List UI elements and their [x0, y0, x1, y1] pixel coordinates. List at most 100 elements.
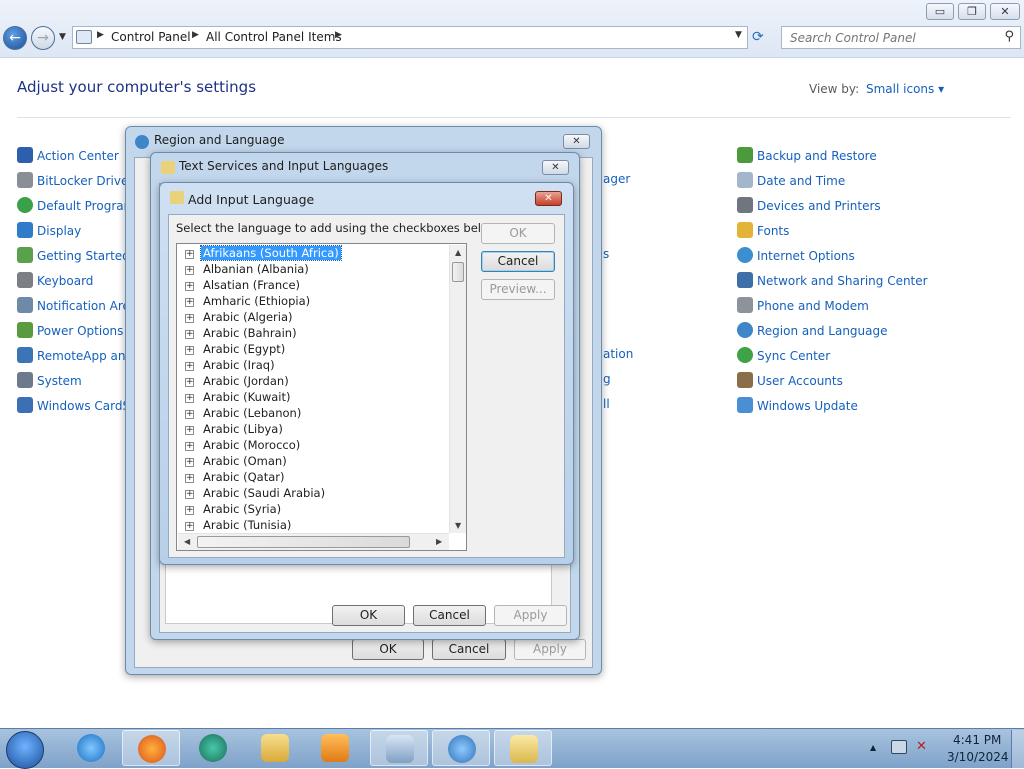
ok-button[interactable]: OK — [352, 639, 424, 660]
taskbar-firefox[interactable] — [122, 730, 180, 766]
scroll-left-icon[interactable]: ◀ — [184, 537, 190, 546]
expand-icon[interactable]: + — [185, 458, 194, 467]
cp-item-partial[interactable]: s — [603, 247, 609, 267]
scroll-up-icon[interactable]: ▲ — [455, 248, 461, 257]
taskbar-explorer[interactable] — [246, 730, 304, 766]
scroll-down-icon[interactable]: ▼ — [455, 521, 461, 530]
expand-icon[interactable]: + — [185, 266, 194, 275]
cp-item-partial[interactable]: g — [603, 372, 611, 392]
cp-item-internet-options[interactable]: Internet Options — [737, 247, 855, 267]
address-bar[interactable]: ▶ Control Panel ▶ All Control Panel Item… — [72, 26, 748, 49]
cp-item-date-time[interactable]: Date and Time — [737, 172, 845, 192]
address-dropdown-icon[interactable]: ▼ — [735, 30, 742, 40]
start-button[interactable] — [6, 731, 44, 769]
expand-icon[interactable]: + — [185, 362, 194, 371]
list-item[interactable]: + Arabic (Morocco) — [185, 438, 302, 454]
ok-button[interactable]: OK — [332, 605, 405, 626]
cancel-button[interactable]: Cancel — [481, 251, 555, 272]
expand-icon[interactable]: + — [185, 250, 194, 259]
list-item[interactable]: + Arabic (Kuwait) — [185, 390, 293, 406]
vertical-scrollbar[interactable]: ▲ ▼ — [449, 245, 466, 533]
cp-item-keyboard[interactable]: Keyboard — [17, 272, 93, 292]
expand-icon[interactable]: + — [185, 330, 194, 339]
scroll-thumb[interactable] — [197, 536, 410, 548]
search-input[interactable] — [788, 28, 998, 48]
network-icon[interactable] — [891, 740, 907, 754]
ok-button[interactable]: OK — [481, 223, 555, 244]
close-button[interactable]: ✕ — [990, 3, 1020, 20]
minimize-button[interactable]: ▭ — [926, 3, 954, 20]
expand-icon[interactable]: + — [185, 394, 194, 403]
cp-item-network-sharing[interactable]: Network and Sharing Center — [737, 272, 928, 292]
expand-icon[interactable]: + — [185, 490, 194, 499]
language-tree-list[interactable]: + Afrikaans (South Africa) + Albanian (Alb… — [176, 243, 467, 551]
breadcrumb-control-panel[interactable]: Control Panel — [111, 30, 191, 44]
breadcrumb-chevron-icon[interactable]: ▶ — [97, 30, 104, 40]
list-item[interactable]: + Arabic (Iraq) — [185, 358, 277, 374]
taskbar-app[interactable] — [184, 730, 242, 766]
expand-icon[interactable]: + — [185, 314, 194, 323]
search-icon[interactable]: ⚲ — [1004, 29, 1014, 44]
expand-icon[interactable]: + — [185, 282, 194, 291]
list-item[interactable]: + Afrikaans (South Africa) — [185, 245, 342, 262]
cp-item-power-options[interactable]: Power Options — [17, 322, 123, 342]
expand-icon[interactable]: + — [185, 474, 194, 483]
list-item[interactable]: + Arabic (Egypt) — [185, 342, 287, 358]
expand-icon[interactable]: + — [185, 378, 194, 387]
volume-muted-icon[interactable]: ✕ — [916, 739, 927, 754]
list-item[interactable]: + Arabic (Lebanon) — [185, 406, 303, 422]
view-by-dropdown[interactable]: Small icons ▾ — [866, 82, 944, 96]
taskbar-region-language[interactable] — [432, 730, 490, 766]
expand-icon[interactable]: + — [185, 506, 194, 515]
cp-item-partial[interactable]: ll — [603, 397, 610, 417]
list-item[interactable]: + Arabic (Saudi Arabia) — [185, 486, 327, 502]
cp-item-sync-center[interactable]: Sync Center — [737, 347, 830, 367]
expand-icon[interactable]: + — [185, 298, 194, 307]
close-icon[interactable]: ✕ — [535, 191, 562, 206]
list-item[interactable]: + Arabic (Libya) — [185, 422, 285, 438]
cp-item-partial[interactable]: ation — [603, 347, 633, 367]
list-item[interactable]: + Arabic (Bahrain) — [185, 326, 299, 342]
cp-item-partial[interactable]: ager — [603, 172, 630, 192]
apply-button[interactable]: Apply — [494, 605, 567, 626]
apply-button[interactable]: Apply — [514, 639, 586, 660]
breadcrumb-all-items[interactable]: All Control Panel Items — [206, 30, 342, 44]
list-item[interactable]: + Arabic (Algeria) — [185, 310, 295, 326]
cp-item-notification-area[interactable]: Notification Area — [17, 297, 137, 317]
cp-item-system[interactable]: System — [17, 372, 82, 392]
list-item[interactable]: + Arabic (Jordan) — [185, 374, 291, 390]
recent-pages-chevron-icon[interactable]: ▼ — [59, 32, 66, 42]
show-desktop-button[interactable] — [1011, 730, 1024, 768]
scroll-right-icon[interactable]: ▶ — [436, 537, 442, 546]
close-icon[interactable]: ✕ — [563, 134, 590, 149]
cp-item-region-language[interactable]: Region and Language — [737, 322, 888, 342]
taskbar-internet-explorer[interactable] — [62, 730, 120, 766]
list-item[interactable]: + Arabic (Oman) — [185, 454, 289, 470]
clock-date[interactable]: 3/10/2024 — [947, 750, 1009, 764]
cp-item-backup-restore[interactable]: Backup and Restore — [737, 147, 877, 167]
taskbar-media-player[interactable] — [306, 730, 364, 766]
cp-item-fonts[interactable]: Fonts — [737, 222, 789, 242]
show-hidden-icons-icon[interactable]: ▲ — [870, 743, 876, 752]
cp-item-display[interactable]: Display — [17, 222, 81, 242]
clock-time[interactable]: 4:41 PM — [953, 733, 1001, 747]
back-button[interactable]: ← — [3, 26, 27, 50]
list-item[interactable]: + Arabic (Tunisia) — [185, 518, 293, 534]
expand-icon[interactable]: + — [185, 410, 194, 419]
refresh-icon[interactable]: ⟳ — [752, 29, 764, 45]
taskbar-control-panel[interactable] — [370, 730, 428, 766]
cp-item-phone-modem[interactable]: Phone and Modem — [737, 297, 869, 317]
cp-item-bitlocker[interactable]: BitLocker Drive E — [17, 172, 140, 192]
cp-item-default-programs[interactable]: Default Program — [17, 197, 135, 217]
breadcrumb-chevron-icon[interactable]: ▶ — [335, 30, 342, 40]
expand-icon[interactable]: + — [185, 442, 194, 451]
breadcrumb-chevron-icon[interactable]: ▶ — [192, 30, 199, 40]
cp-item-devices-printers[interactable]: Devices and Printers — [737, 197, 881, 217]
cancel-button[interactable]: Cancel — [413, 605, 486, 626]
list-item[interactable]: + Arabic (Syria) — [185, 502, 283, 518]
list-item[interactable]: + Albanian (Albania) — [185, 262, 311, 278]
cp-item-getting-started[interactable]: Getting Started — [17, 247, 130, 267]
list-item[interactable]: + Amharic (Ethiopia) — [185, 294, 312, 310]
cp-item-user-accounts[interactable]: User Accounts — [737, 372, 843, 392]
expand-icon[interactable]: + — [185, 426, 194, 435]
